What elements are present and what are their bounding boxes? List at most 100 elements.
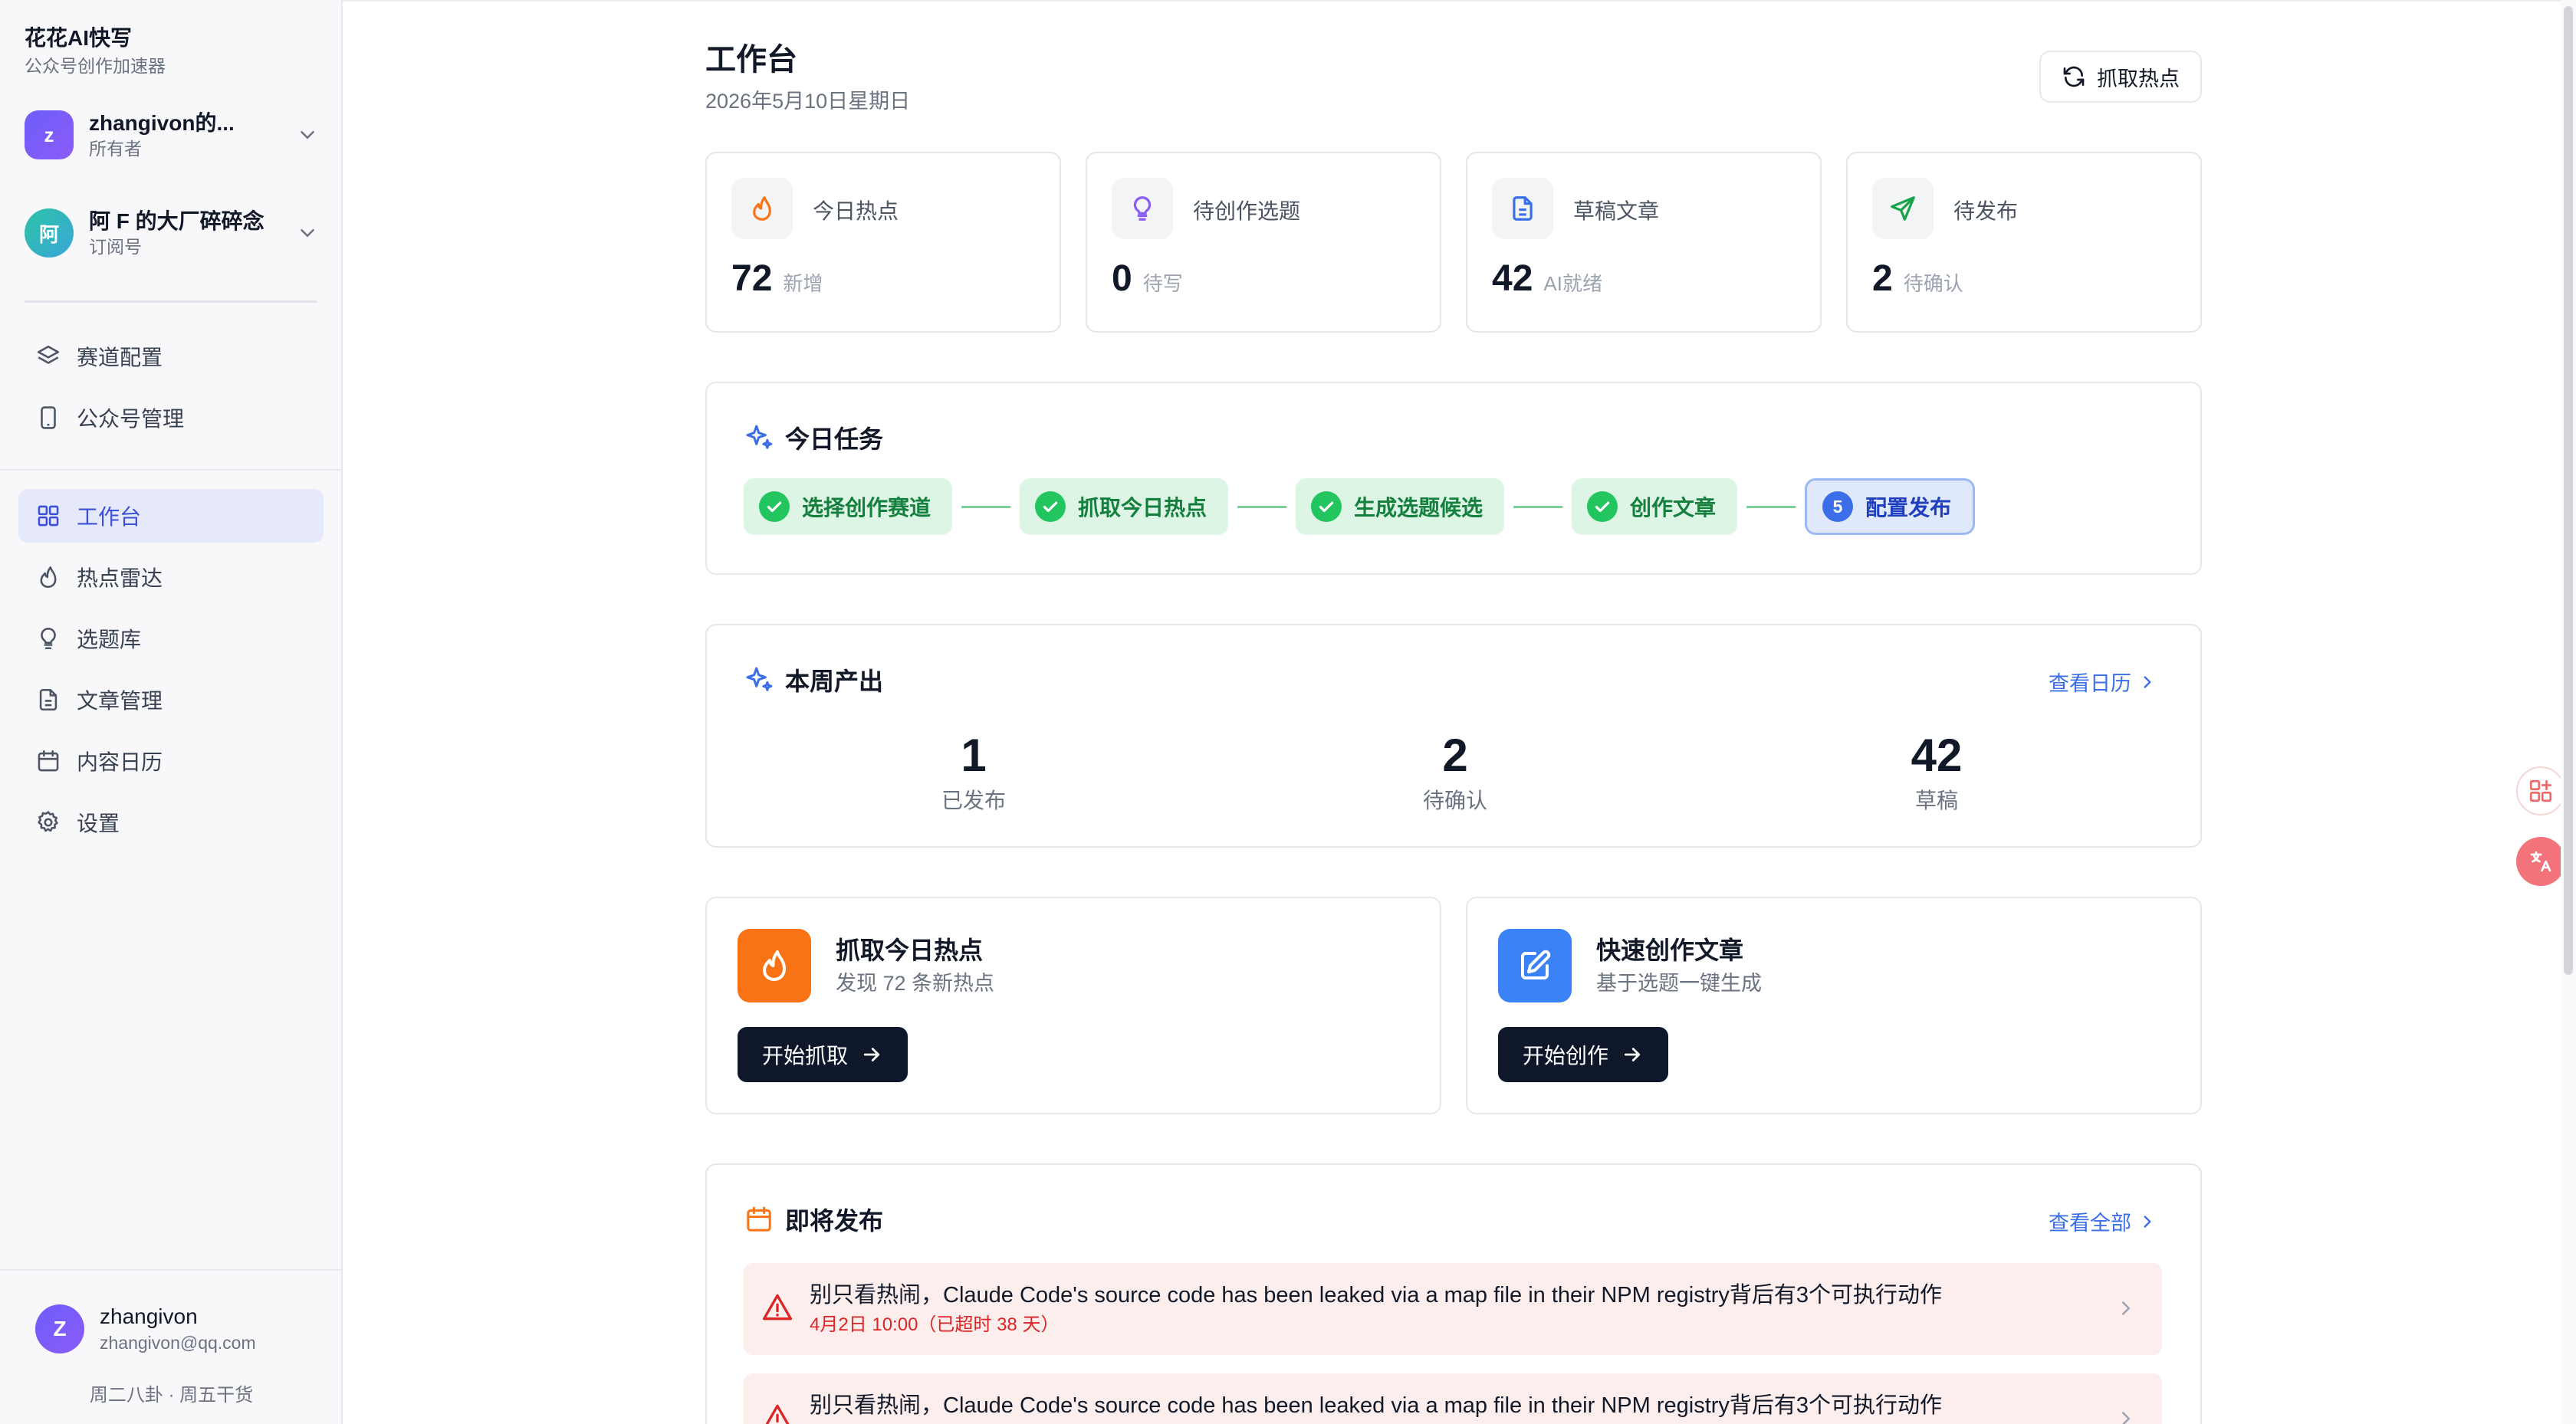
nav-item-settings[interactable]: 设置 bbox=[18, 796, 324, 849]
workspace-avatar: z bbox=[25, 110, 74, 159]
fetch-hot-button[interactable]: 抓取热点 bbox=[2039, 51, 2202, 103]
nav-label: 热点雷达 bbox=[77, 566, 163, 590]
start-fetch-button[interactable]: 开始抓取 bbox=[738, 1027, 909, 1082]
stat-label: 待创作选题 bbox=[1193, 199, 1301, 223]
user-name: zhangivon bbox=[100, 1304, 198, 1328]
task-step-fetch-hot[interactable]: 抓取今日热点 bbox=[1020, 478, 1229, 535]
page-title: 工作台 bbox=[705, 43, 797, 77]
workspace-switcher[interactable]: z zhangivon的... 所有者 bbox=[25, 98, 319, 172]
upcoming-item[interactable]: 别只看热闹，Claude Code's source code has been… bbox=[744, 1373, 2162, 1424]
button-label: 开始创作 bbox=[1523, 1044, 1609, 1068]
quick-action-desc: 发现 72 条新热点 bbox=[836, 972, 995, 995]
weekly-stat-label: 已发布 bbox=[941, 789, 1006, 812]
nav-label: 内容日历 bbox=[77, 750, 163, 774]
stat-icon-box bbox=[1872, 178, 1934, 239]
upcoming-item[interactable]: 别只看热闹，Claude Code's source code has been… bbox=[744, 1263, 2162, 1355]
task-step-configure-publish[interactable]: 5 配置发布 bbox=[1805, 478, 1976, 535]
sparkles-icon bbox=[746, 667, 773, 691]
nav-label: 公众号管理 bbox=[77, 407, 185, 431]
stat-unit: AI就绪 bbox=[1543, 272, 1602, 295]
weekly-output-card: 本周产出 查看日历 1 已发布 2 待确认 42 草稿 bbox=[705, 624, 2202, 848]
chevron-down-icon bbox=[301, 229, 314, 237]
user-profile[interactable]: Z zhangivon zhangivon@qq.com bbox=[35, 1303, 256, 1355]
upcoming-item-title: 别只看热闹，Claude Code's source code has been… bbox=[810, 1393, 1943, 1418]
layers-icon bbox=[37, 345, 60, 364]
weekly-stat-published: 1 已发布 bbox=[859, 725, 1089, 815]
calendar-icon bbox=[747, 1206, 771, 1232]
nav-item-dashboard[interactable]: 工作台 bbox=[18, 489, 324, 543]
task-step-label: 选择创作赛道 bbox=[802, 496, 932, 520]
today-tasks-card: 今日任务 选择创作赛道 抓取今日热点 生成选题候选 创作文章 5 配置发布 bbox=[705, 382, 2202, 575]
section-title: 本周产出 bbox=[744, 662, 883, 697]
sparkles-icon bbox=[746, 425, 773, 449]
quick-action-title: 快速创作文章 bbox=[1596, 937, 1744, 964]
stat-icon-box bbox=[1112, 178, 1173, 239]
nav-item-track-config[interactable]: 赛道配置 bbox=[18, 330, 324, 383]
start-create-button[interactable]: 开始创作 bbox=[1498, 1027, 1669, 1082]
nav-item-topic-library[interactable]: 选题库 bbox=[18, 612, 324, 665]
quick-action-icon-box bbox=[738, 929, 811, 1002]
step-number: 5 bbox=[1822, 491, 1854, 522]
stat-label: 待发布 bbox=[1953, 199, 2019, 223]
scrollbar-thumb[interactable] bbox=[2564, 6, 2573, 975]
nav-item-articles[interactable]: 文章管理 bbox=[18, 673, 324, 727]
quick-action-create: 快速创作文章 基于选题一键生成 开始创作 bbox=[1466, 897, 2202, 1114]
account-switcher[interactable]: 阿 阿 F 的大厂碎碎念 订阅号 bbox=[25, 196, 319, 270]
flame-icon bbox=[40, 566, 57, 589]
flame-icon bbox=[753, 196, 771, 221]
document-icon bbox=[39, 688, 58, 711]
stat-icon-box bbox=[1492, 178, 1553, 239]
account-avatar: 阿 bbox=[25, 208, 74, 258]
task-step-select-track[interactable]: 选择创作赛道 bbox=[744, 478, 953, 535]
section-title: 即将发布 bbox=[744, 1202, 883, 1237]
stat-value: 2 待确认 bbox=[1872, 254, 1963, 308]
task-step-label: 生成选题候选 bbox=[1354, 496, 1484, 520]
upcoming-item-title: 别只看热闹，Claude Code's source code has been… bbox=[810, 1283, 1943, 1308]
stat-card-topics[interactable]: 待创作选题 0 待写 bbox=[1086, 152, 1441, 333]
stat-value: 72 新增 bbox=[731, 254, 823, 308]
stat-icon-box bbox=[731, 178, 793, 239]
upcoming-publish-card: 即将发布 查看全部 别只看热闹，Claude Code's source cod… bbox=[705, 1163, 2202, 1424]
section-title-text: 今日任务 bbox=[785, 425, 884, 453]
nav-separator bbox=[0, 1269, 343, 1271]
arrow-right-icon bbox=[863, 1048, 880, 1061]
link-label: 查看日历 bbox=[2049, 672, 2131, 695]
refresh-icon bbox=[2063, 66, 2085, 87]
task-step-generate-topics[interactable]: 生成选题候选 bbox=[1296, 478, 1505, 535]
chevron-right-icon bbox=[2144, 1215, 2151, 1228]
quick-action-icon-box bbox=[1498, 929, 1572, 1002]
quick-action-title: 抓取今日热点 bbox=[836, 937, 984, 964]
edit-icon bbox=[1521, 950, 1551, 979]
nav-item-content-calendar[interactable]: 内容日历 bbox=[18, 734, 324, 788]
schedule-tagline: 周二八卦 · 周五干货 bbox=[89, 1385, 254, 1406]
task-step-create-article[interactable]: 创作文章 bbox=[1572, 478, 1738, 535]
brand-title: 花花AI快写 bbox=[25, 26, 133, 50]
weekly-stat-pending: 2 待确认 bbox=[1340, 725, 1570, 815]
quick-action-desc: 基于选题一键生成 bbox=[1596, 972, 1762, 995]
sidebar: 花花AI快写 公众号创作加速器 z zhangivon的... 所有者 阿 阿 … bbox=[0, 0, 343, 1424]
stat-card-drafts[interactable]: 草稿文章 42 AI就绪 bbox=[1466, 152, 1822, 333]
stat-card-hot[interactable]: 今日热点 72 新增 bbox=[705, 152, 1061, 333]
check-icon bbox=[1587, 491, 1618, 522]
link-label: 查看全部 bbox=[2049, 1212, 2131, 1235]
lightbulb-icon bbox=[41, 627, 56, 650]
chevron-right-icon bbox=[2144, 675, 2151, 688]
quick-action-fetch: 抓取今日热点 发现 72 条新热点 开始抓取 bbox=[705, 897, 1441, 1114]
button-label: 开始抓取 bbox=[762, 1044, 849, 1068]
task-step-label: 配置发布 bbox=[1865, 496, 1952, 520]
stat-unit: 新增 bbox=[783, 272, 823, 295]
stat-card-pending-publish[interactable]: 待发布 2 待确认 bbox=[1846, 152, 2202, 333]
section-title: 今日任务 bbox=[744, 420, 883, 455]
view-all-link[interactable]: 查看全部 bbox=[2049, 1206, 2157, 1236]
weekly-stat-value: 2 bbox=[1442, 730, 1468, 781]
floating-translate-button[interactable] bbox=[2516, 837, 2565, 886]
nav-separator bbox=[0, 469, 343, 471]
stat-value: 42 AI就绪 bbox=[1492, 254, 1602, 308]
view-calendar-link[interactable]: 查看日历 bbox=[2049, 667, 2157, 697]
stat-value: 0 待写 bbox=[1112, 254, 1183, 308]
page-date: 2026年5月10日星期日 bbox=[705, 90, 911, 113]
workspace-role: 所有者 bbox=[89, 139, 142, 159]
floating-tool-button[interactable] bbox=[2516, 766, 2565, 815]
nav-item-hot-radar[interactable]: 热点雷达 bbox=[18, 550, 324, 604]
nav-item-account-manage[interactable]: 公众号管理 bbox=[18, 391, 324, 445]
